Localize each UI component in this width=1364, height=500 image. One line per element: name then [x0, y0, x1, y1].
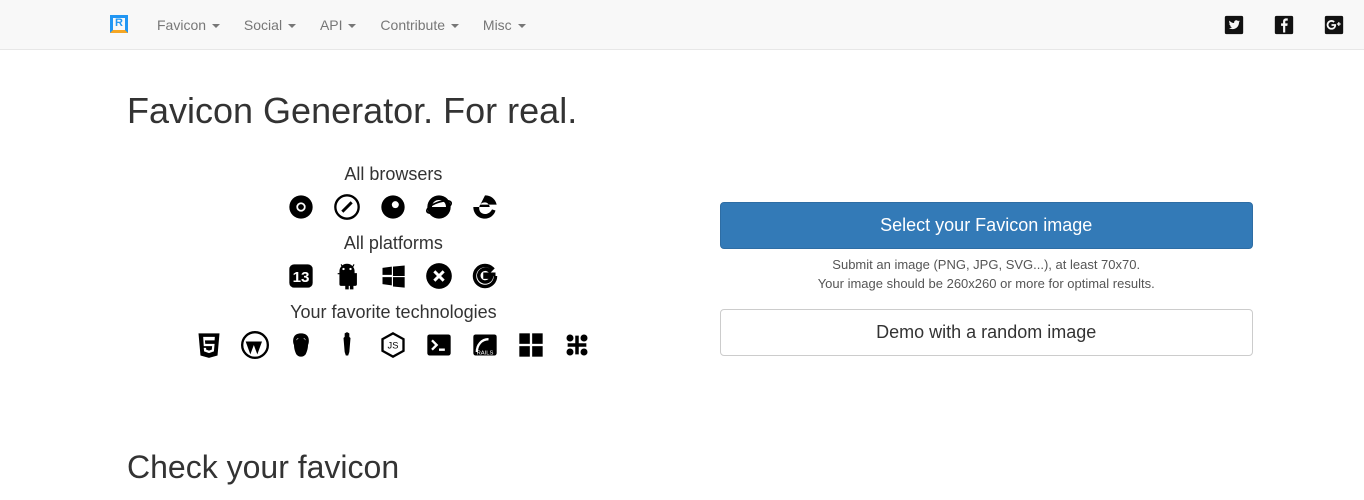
nav-contribute[interactable]: Contribute — [368, 2, 470, 48]
chevron-down-icon — [212, 24, 220, 28]
terminal-icon — [425, 331, 453, 359]
browsers-icons — [127, 193, 660, 221]
page-title: Favicon Generator. For real. — [127, 90, 1237, 132]
navbar: Favicon Social API Contribute Misc — [0, 0, 1364, 50]
browsers-label: All browsers — [127, 164, 660, 185]
chevron-down-icon — [451, 24, 459, 28]
microsoft-icon — [517, 331, 545, 359]
grunt-icon — [287, 331, 315, 359]
twitter-icon[interactable] — [1224, 15, 1244, 35]
rails-icon: RAILS — [471, 331, 499, 359]
hero-row: All browsers All platforms 13 Your favor… — [127, 152, 1237, 369]
main-container: Favicon Generator. For real. All browser… — [112, 90, 1252, 486]
platforms-icons: 13 — [127, 262, 660, 290]
google-icon — [471, 262, 499, 290]
googleplus-icon[interactable] — [1324, 15, 1344, 35]
platforms-label: All platforms — [127, 233, 660, 254]
demo-button[interactable]: Demo with a random image — [720, 309, 1253, 356]
tech-icons: JS RAILS — [127, 331, 660, 359]
android-icon — [333, 262, 361, 290]
help-text-2: Your image should be 260x260 or more for… — [720, 276, 1253, 291]
chrome-icon — [287, 193, 315, 221]
svg-text:13: 13 — [293, 269, 310, 286]
facebook-icon[interactable] — [1274, 15, 1294, 35]
nav-list: Favicon Social API Contribute Misc — [145, 2, 538, 48]
chevron-down-icon — [518, 24, 526, 28]
macos-icon — [425, 262, 453, 290]
navbar-social — [1224, 15, 1344, 35]
nav-social[interactable]: Social — [232, 2, 308, 48]
select-image-button[interactable]: Select your Favicon image — [720, 202, 1253, 249]
joomla-icon — [563, 331, 591, 359]
svg-text:JS: JS — [388, 341, 399, 351]
tech-label: Your favorite technologies — [127, 302, 660, 323]
gulp-icon — [333, 331, 361, 359]
windows-icon — [379, 262, 407, 290]
logo-icon — [110, 15, 128, 33]
firefox-icon — [379, 193, 407, 221]
edge-icon — [471, 193, 499, 221]
features-column: All browsers All platforms 13 Your favor… — [127, 152, 660, 369]
wordpress-icon — [241, 331, 269, 359]
html5-icon — [195, 331, 223, 359]
check-favicon-title: Check your favicon — [127, 449, 1237, 486]
nav-misc[interactable]: Misc — [471, 2, 538, 48]
ios-icon: 13 — [287, 262, 315, 290]
nodejs-icon: JS — [379, 331, 407, 359]
help-text-1: Submit an image (PNG, JPG, SVG...), at l… — [720, 257, 1253, 272]
ie-icon — [425, 193, 453, 221]
nav-api[interactable]: API — [308, 2, 368, 48]
chevron-down-icon — [288, 24, 296, 28]
upload-column: Select your Favicon image Submit an imag… — [720, 152, 1253, 369]
nav-favicon[interactable]: Favicon — [145, 2, 232, 48]
brand-logo[interactable] — [110, 15, 130, 35]
chevron-down-icon — [348, 24, 356, 28]
svg-text:RAILS: RAILS — [477, 350, 494, 356]
safari-icon — [333, 193, 361, 221]
